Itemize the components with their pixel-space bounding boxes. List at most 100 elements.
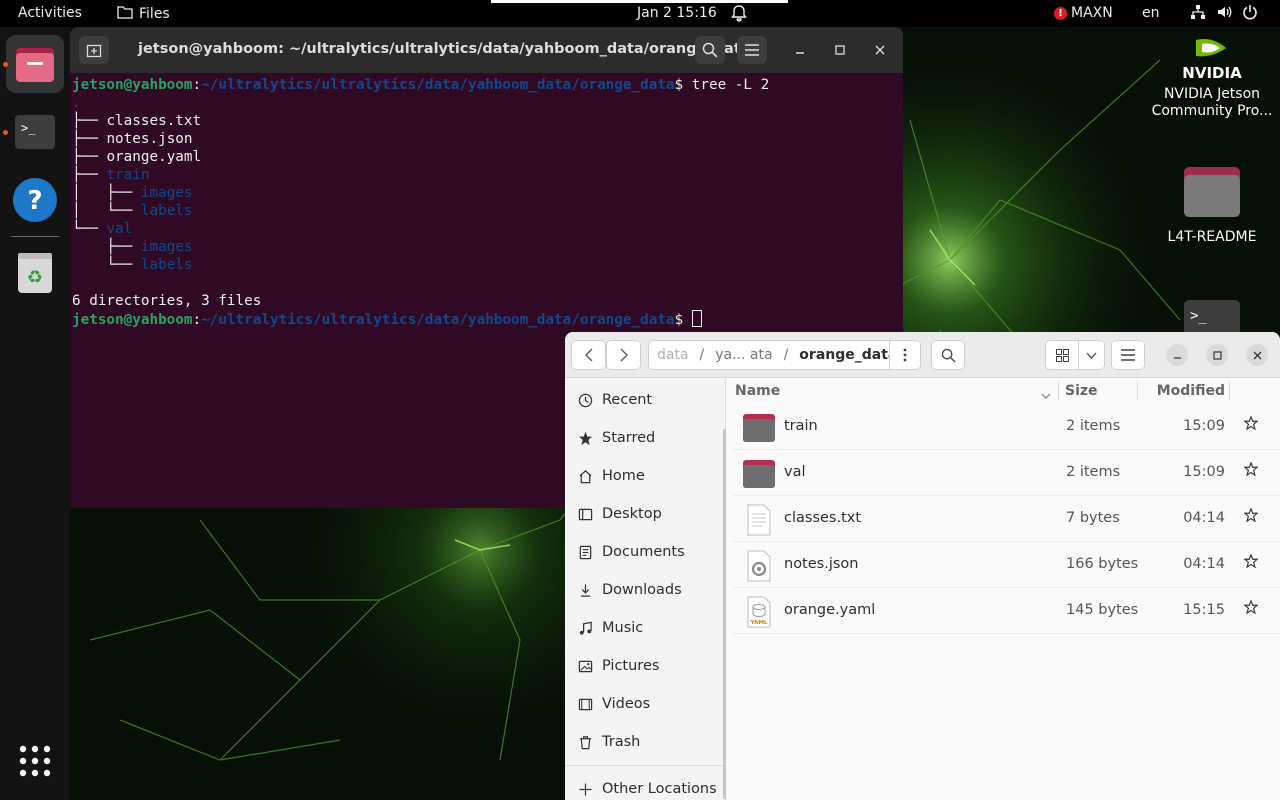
file-name: orange.yaml xyxy=(784,602,876,618)
terminal-app-icon: >_ xyxy=(15,115,55,149)
forward-button[interactable] xyxy=(606,340,641,370)
file-modified: 04:14 xyxy=(1183,510,1225,526)
sidebar-item-recent[interactable]: Recent xyxy=(577,388,652,412)
star-icon[interactable] xyxy=(1244,554,1258,568)
sidebar-item-downloads[interactable]: Downloads xyxy=(577,578,682,602)
tree-line: └── labels xyxy=(72,257,193,273)
view-toggle-button[interactable] xyxy=(1045,340,1079,370)
sidebar-item-label: Home xyxy=(602,468,645,484)
file-row[interactable]: classes.txt 7 bytes 04:14 xyxy=(733,496,1280,542)
breadcrumb-separator: / xyxy=(783,347,789,363)
sidebar-item-home[interactable]: Home xyxy=(577,464,645,488)
path-menu-button[interactable] xyxy=(889,340,921,370)
clock[interactable]: Jan 2 15:16 xyxy=(637,5,717,21)
tree-dir: labels xyxy=(140,203,193,219)
picture-icon xyxy=(577,658,593,674)
tree-line: ├── images xyxy=(72,239,193,255)
breadcrumb-current[interactable]: orange_data xyxy=(799,347,897,363)
sidebar-item-pictures[interactable]: Pictures xyxy=(577,654,659,678)
star-icon[interactable] xyxy=(1244,416,1258,430)
dock-trash-app[interactable]: ♻ xyxy=(6,243,64,301)
activities-button[interactable]: Activities xyxy=(18,5,82,21)
minimize-button[interactable] xyxy=(1166,344,1188,366)
column-header-size[interactable]: Size xyxy=(1065,379,1135,403)
language-indicator[interactable]: en xyxy=(1142,5,1160,21)
sidebar-scrollbar[interactable] xyxy=(723,429,726,799)
files-window[interactable]: data / ya... ata / orange_data Recent St… xyxy=(565,332,1280,800)
search-button[interactable] xyxy=(931,340,965,370)
sidebar-item-documents[interactable]: Documents xyxy=(577,540,685,564)
file-name: val xyxy=(784,464,806,480)
breadcrumb[interactable]: data / ya... ata / orange_data xyxy=(648,340,921,370)
breadcrumb-separator: / xyxy=(699,347,705,363)
desktop-icon-l4t-readme[interactable]: L4T-README xyxy=(1160,165,1264,247)
desktop-icon-label: L4T-README xyxy=(1167,229,1257,245)
svg-text:?: ? xyxy=(27,186,42,216)
tree-file: orange.yaml xyxy=(106,149,202,165)
file-row[interactable]: train 2 items 15:09 xyxy=(733,404,1280,450)
main-menu-button[interactable] xyxy=(1111,340,1145,370)
grid-view-icon xyxy=(1055,348,1069,362)
star-icon[interactable] xyxy=(1244,508,1258,522)
dock-files-app[interactable] xyxy=(6,35,64,93)
sidebar-item-videos[interactable]: Videos xyxy=(577,692,650,716)
file-row[interactable]: val 2 items 15:09 xyxy=(733,450,1280,496)
breadcrumb-item[interactable]: data xyxy=(657,347,689,363)
star-icon[interactable] xyxy=(1244,600,1258,614)
menu-button[interactable] xyxy=(737,36,767,64)
document-icon xyxy=(577,544,593,560)
files-headerbar[interactable]: data / ya... ata / orange_data xyxy=(565,332,1280,378)
tree-file: notes.json xyxy=(106,131,193,147)
star-icon[interactable] xyxy=(1244,462,1258,476)
file-name: notes.json xyxy=(784,556,859,572)
sidebar-item-other-locations[interactable]: Other Locations xyxy=(577,777,717,800)
view-options-button[interactable] xyxy=(1078,340,1105,370)
new-tab-button[interactable] xyxy=(79,36,109,64)
file-size: 2 items xyxy=(1066,464,1121,480)
yaml-file-icon: YAML xyxy=(747,596,771,628)
dock-help-app[interactable]: ? xyxy=(6,171,64,229)
show-apps-button[interactable] xyxy=(6,732,64,790)
close-button[interactable] xyxy=(865,36,895,64)
column-header-modified[interactable]: Modified xyxy=(1145,379,1225,403)
maximize-button[interactable] xyxy=(825,36,855,64)
minimize-button[interactable] xyxy=(785,36,815,64)
dock-terminal-app[interactable]: >_ xyxy=(6,103,64,161)
column-header-name[interactable]: Name xyxy=(735,379,1057,403)
desktop-icon-nvidia[interactable]: NVIDIA NVIDIA Jetson Community Pro... xyxy=(1150,34,1274,124)
terminal-output[interactable]: jetson@yahboom:~/ultralytics/ultralytics… xyxy=(72,76,769,329)
maximize-button[interactable] xyxy=(1206,344,1228,366)
alert-icon: ! xyxy=(1054,6,1067,20)
sidebar-item-starred[interactable]: Starred xyxy=(577,426,655,450)
file-row[interactable]: YAML orange.yaml 145 bytes 15:15 xyxy=(733,588,1280,634)
terminal-titlebar[interactable]: jetson@yahboom: ~/ultralytics/ultralytic… xyxy=(70,27,903,73)
sidebar-item-label: Pictures xyxy=(602,658,660,674)
minimize-icon xyxy=(1173,356,1181,359)
sidebar-item-music[interactable]: Music xyxy=(577,616,643,640)
file-row[interactable]: notes.json 166 bytes 04:14 xyxy=(733,542,1280,588)
file-modified: 15:15 xyxy=(1183,602,1225,618)
power-mode-label: MAXN xyxy=(1071,5,1113,21)
bell-icon[interactable] xyxy=(731,4,747,26)
power-icon xyxy=(1242,4,1258,24)
power-mode-indicator[interactable]: ! MAXN xyxy=(1054,5,1113,21)
desktop-icon-terminal[interactable]: >_ xyxy=(1184,300,1240,340)
tree-dir: images xyxy=(140,185,193,201)
sidebar-item-desktop[interactable]: Desktop xyxy=(577,502,662,526)
sidebar-item-label: Trash xyxy=(602,734,641,750)
app-menu[interactable]: Files xyxy=(117,5,170,23)
folder-icon xyxy=(743,414,775,442)
close-button[interactable] xyxy=(1246,344,1268,366)
chevron-down-icon xyxy=(1086,352,1097,359)
hamburger-icon xyxy=(745,44,759,56)
back-button[interactable] xyxy=(571,340,606,370)
sidebar-item-trash[interactable]: Trash xyxy=(577,730,640,754)
search-button[interactable] xyxy=(695,36,725,64)
breadcrumb-item[interactable]: ya... ata xyxy=(715,347,772,363)
svg-text:>_: >_ xyxy=(1190,308,1207,324)
tree-root: . xyxy=(72,95,81,111)
command-text: tree -L 2 xyxy=(691,77,770,93)
column-separator xyxy=(1058,381,1059,401)
close-icon xyxy=(875,45,885,55)
system-tray[interactable] xyxy=(1190,4,1258,24)
